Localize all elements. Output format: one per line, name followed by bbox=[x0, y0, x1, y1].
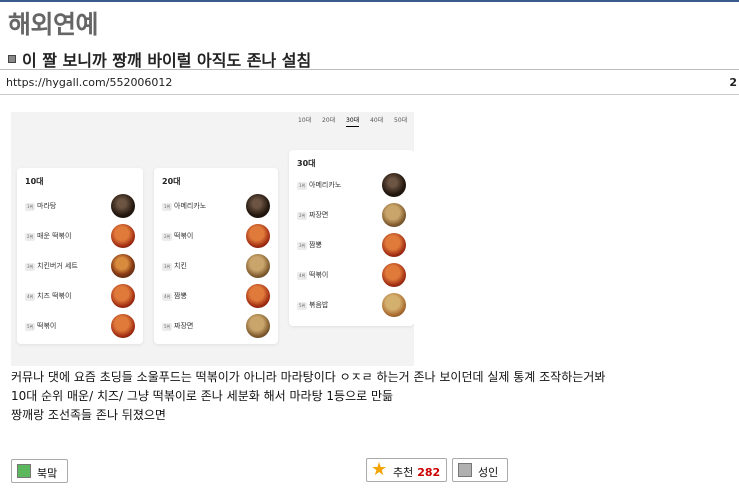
jjamppong-photo-icon bbox=[382, 233, 406, 257]
rank-badge: 5위 bbox=[25, 323, 36, 331]
tteokbokki-photo-icon bbox=[382, 263, 406, 287]
ranking-row: 3위 짬뽕 bbox=[297, 233, 406, 257]
top-accent-line bbox=[0, 0, 739, 2]
card-title: 20대 bbox=[162, 177, 181, 186]
food-name: 볶음밥 bbox=[309, 301, 329, 309]
food-name: 아메리카노 bbox=[174, 202, 207, 210]
burger-photo-icon bbox=[111, 254, 135, 278]
food-name: 매운 떡볶이 bbox=[37, 232, 72, 240]
jjajangmyeon-photo-icon bbox=[246, 314, 270, 338]
rank-badge: 1위 bbox=[25, 203, 36, 211]
chicken-photo-icon bbox=[246, 254, 270, 278]
age-tab: 40대 bbox=[370, 117, 384, 124]
rank-badge: 3위 bbox=[25, 263, 36, 271]
food-name: 짜장면 bbox=[174, 322, 194, 330]
age-tabs: 10대 20대 30대 40대 50대 bbox=[296, 112, 414, 130]
post-body: 커뮤나 댓에 요즘 초딩들 소울푸드는 떡볶이가 아니라 마라탕이다 ㅇㅈㄹ 하… bbox=[11, 368, 605, 425]
tteokbokki-photo-icon bbox=[111, 224, 135, 248]
rank-badge: 5위 bbox=[297, 302, 308, 310]
ranking-row: 1위 마라탕 bbox=[25, 194, 135, 218]
food-name: 아메리카노 bbox=[309, 181, 342, 189]
ranking-row: 2위 떡볶이 bbox=[162, 224, 270, 248]
ranking-row: 4위 떡볶이 bbox=[297, 263, 406, 287]
card-title: 10대 bbox=[25, 177, 44, 186]
ranking-row: 5위 볶음밥 bbox=[297, 293, 406, 317]
rank-badge: 3위 bbox=[162, 263, 173, 271]
title-bullet-icon bbox=[8, 55, 16, 63]
tteokbokki-photo-icon bbox=[111, 314, 135, 338]
bookmark-button[interactable]: 북맠 bbox=[11, 459, 68, 483]
rank-badge: 2위 bbox=[297, 212, 308, 220]
ranking-row: 4위 치즈 떡볶이 bbox=[25, 284, 135, 308]
food-name: 떡볶이 bbox=[309, 271, 329, 279]
ranking-row: 3위 치킨버거 세트 bbox=[25, 254, 135, 278]
post-url-bar: https://hygall.com/552006012 2 bbox=[0, 71, 739, 95]
adult-button[interactable]: 성인 bbox=[452, 458, 508, 482]
recommend-label: 추천 282 bbox=[393, 466, 441, 479]
food-name: 짬뽕 bbox=[309, 241, 322, 249]
coffee-photo-icon bbox=[382, 173, 406, 197]
food-name: 떡볶이 bbox=[37, 322, 57, 330]
post-body-line: 짱깨랑 조선족들 존나 뒤졌으면 bbox=[11, 408, 166, 422]
food-name: 치킨버거 세트 bbox=[37, 262, 78, 270]
ranking-row: 1위 아메리카노 bbox=[297, 173, 406, 197]
mala-soup-photo-icon bbox=[111, 194, 135, 218]
ranking-row: 5위 떡볶이 bbox=[25, 314, 135, 338]
star-icon: ★ bbox=[371, 459, 388, 480]
food-name: 마라탕 bbox=[37, 202, 57, 210]
ranking-row: 1위 아메리카노 bbox=[162, 194, 270, 218]
rank-badge: 1위 bbox=[297, 182, 308, 190]
ranking-card-10s: 10대 1위 마라탕 2위 매운 떡볶이 3위 치킨버거 세트 4위 치즈 떡볶… bbox=[17, 168, 143, 344]
post-url-link[interactable]: https://hygall.com/552006012 bbox=[6, 76, 172, 89]
post-title: 이 짤 보니까 짱깨 바이럴 아직도 존나 설침 bbox=[22, 51, 312, 70]
rank-badge: 1위 bbox=[162, 203, 173, 211]
adult-label: 성인 bbox=[478, 466, 499, 479]
rank-badge: 2위 bbox=[162, 233, 173, 241]
jjamppong-photo-icon bbox=[246, 284, 270, 308]
ranking-row: 5위 짜장면 bbox=[162, 314, 270, 338]
food-name: 짬뽕 bbox=[174, 292, 187, 300]
bookmark-icon bbox=[17, 464, 31, 478]
coffee-photo-icon bbox=[246, 194, 270, 218]
food-name: 치킨 bbox=[174, 262, 187, 270]
tteokbokki-photo-icon bbox=[246, 224, 270, 248]
board-category[interactable]: 해외연예 bbox=[8, 5, 99, 41]
ranking-card-30s: 30대 1위 아메리카노 2위 짜장면 3위 짬뽕 4위 떡볶이 5위 볶음밥 bbox=[289, 150, 414, 326]
ranking-row: 2위 매운 떡볶이 bbox=[25, 224, 135, 248]
rank-badge: 4위 bbox=[25, 293, 36, 301]
url-bar-edge-text: 2 bbox=[729, 76, 737, 89]
ranking-row: 3위 치킨 bbox=[162, 254, 270, 278]
food-name: 치즈 떡볶이 bbox=[37, 292, 72, 300]
ranking-card-20s: 20대 1위 아메리카노 2위 떡볶이 3위 치킨 4위 짬뽕 5위 짜장면 bbox=[154, 168, 278, 344]
adult-flag-icon bbox=[458, 463, 472, 477]
post-body-line: 10대 순위 매운/ 치즈/ 그냥 떡볶이로 존나 세분화 해서 마라탕 1등으… bbox=[11, 389, 394, 403]
age-tab: 20대 bbox=[322, 117, 336, 124]
recommend-button[interactable]: ★ 추천 282 bbox=[366, 458, 447, 482]
age-tab-active: 30대 bbox=[346, 115, 360, 127]
post-title-bar: 이 짤 보니까 짱깨 바이럴 아직도 존나 설침 bbox=[0, 44, 739, 70]
age-tab: 50대 bbox=[394, 117, 408, 124]
food-name: 떡볶이 bbox=[174, 232, 194, 240]
age-tab: 10대 bbox=[298, 117, 312, 124]
rank-badge: 5위 bbox=[162, 323, 173, 331]
post-body-line: 커뮤나 댓에 요즘 초딩들 소울푸드는 떡볶이가 아니라 마라탕이다 ㅇㅈㄹ 하… bbox=[11, 370, 606, 384]
cheese-tteokbokki-photo-icon bbox=[111, 284, 135, 308]
rank-badge: 3위 bbox=[297, 242, 308, 250]
ranking-row: 2위 짜장면 bbox=[297, 203, 406, 227]
jjajangmyeon-photo-icon bbox=[382, 203, 406, 227]
rank-badge: 2위 bbox=[25, 233, 36, 241]
recommend-count: 282 bbox=[417, 466, 441, 479]
embedded-ranking-image: 10대 20대 30대 40대 50대 10대 1위 마라탕 2위 매운 떡볶이… bbox=[11, 112, 414, 366]
rank-badge: 4위 bbox=[162, 293, 173, 301]
food-name: 짜장면 bbox=[309, 211, 329, 219]
bookmark-label: 북맠 bbox=[37, 467, 58, 480]
card-title: 30대 bbox=[297, 159, 316, 168]
ranking-row: 4위 짬뽕 bbox=[162, 284, 270, 308]
fried-rice-photo-icon bbox=[382, 293, 406, 317]
rank-badge: 4위 bbox=[297, 272, 308, 280]
